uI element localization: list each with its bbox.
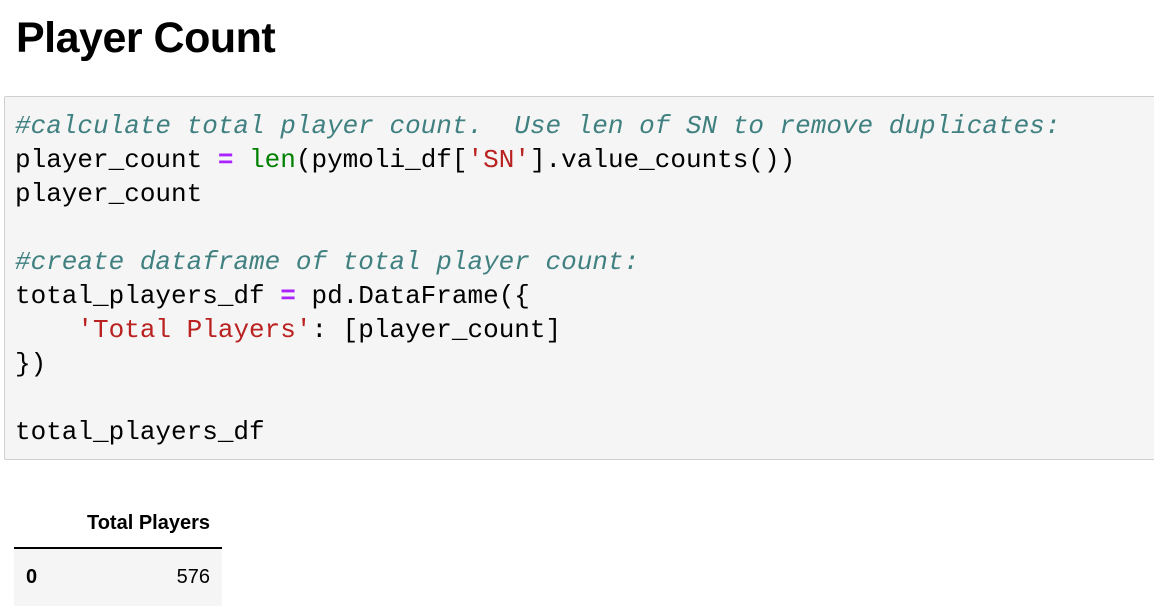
table-row: 0 576 — [14, 548, 222, 606]
code-text: total_players_df — [15, 417, 265, 447]
code-builtin: len — [249, 145, 296, 175]
code-operator: = — [217, 145, 234, 175]
code-line: 'Total Players': [player_count] — [15, 313, 1060, 347]
code-text: ].value_counts()) — [529, 145, 796, 175]
code-comment: #create dataframe of total player count: — [15, 247, 640, 277]
code-operator: = — [280, 281, 296, 311]
code-line: player_count — [15, 177, 1060, 211]
code-line: player_count = len(pymoli_df['SN'].value… — [15, 143, 1060, 177]
code-comment: #calculate total player count. Use len o… — [15, 111, 1061, 141]
code-line: total_players_df — [15, 415, 1060, 449]
code-text: total_players_df — [15, 281, 281, 311]
table-cell-total-players: 576 — [176, 566, 210, 588]
code-editor[interactable]: #calculate total player count. Use len o… — [15, 109, 1060, 449]
code-text: player_count — [15, 145, 218, 175]
code-text: : [player_count] — [311, 315, 562, 345]
table-header-row: Total Players — [14, 500, 222, 549]
code-string: 'Total Players' — [77, 315, 312, 345]
row-index: 0 — [26, 566, 38, 588]
code-text: player_count — [15, 179, 203, 209]
code-line: #create dataframe of total player count: — [15, 245, 1060, 279]
code-text: pd.DataFrame({ — [295, 281, 530, 311]
code-line: total_players_df = pd.DataFrame({ — [15, 279, 1060, 313]
code-cell[interactable]: #calculate total player count. Use len o… — [4, 96, 1154, 460]
index-header — [14, 500, 58, 549]
code-line: }) — [15, 347, 1060, 381]
code-line: #calculate total player count. Use len o… — [15, 109, 1060, 143]
code-text: }) — [15, 349, 47, 379]
page-title: Player Count — [16, 14, 276, 62]
column-header-total-players: Total Players — [58, 500, 222, 549]
dataframe-output: Total Players 0 576 — [14, 500, 222, 606]
code-string: 'SN' — [467, 145, 530, 175]
code-text: (pymoli_df[ — [295, 145, 468, 175]
